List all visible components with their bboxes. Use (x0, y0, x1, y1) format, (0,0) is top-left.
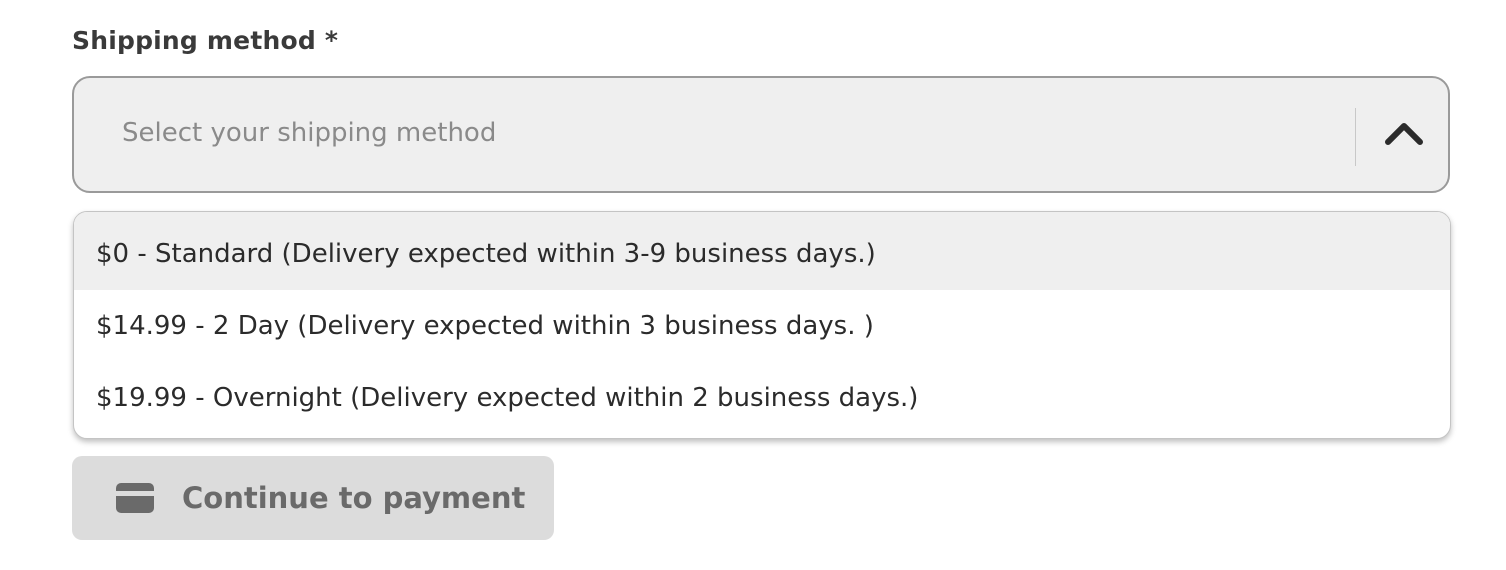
shipping-option-2-day[interactable]: $14.99 - 2 Day (Delivery expected within… (74, 290, 1450, 362)
credit-card-icon (116, 483, 154, 513)
shipping-option-standard[interactable]: $0 - Standard (Delivery expected within … (74, 212, 1450, 290)
chevron-up-icon[interactable] (1384, 120, 1424, 146)
shipping-method-select[interactable]: Select your shipping method (72, 76, 1450, 193)
shipping-method-label: Shipping method * (72, 26, 339, 55)
continue-button-label: Continue to payment (182, 481, 526, 515)
select-divider (1355, 108, 1356, 166)
shipping-method-dropdown: $0 - Standard (Delivery expected within … (73, 211, 1451, 439)
shipping-method-placeholder: Select your shipping method (122, 118, 497, 148)
shipping-option-overnight[interactable]: $19.99 - Overnight (Delivery expected wi… (74, 362, 1450, 434)
continue-to-payment-button[interactable]: Continue to payment (72, 456, 554, 540)
